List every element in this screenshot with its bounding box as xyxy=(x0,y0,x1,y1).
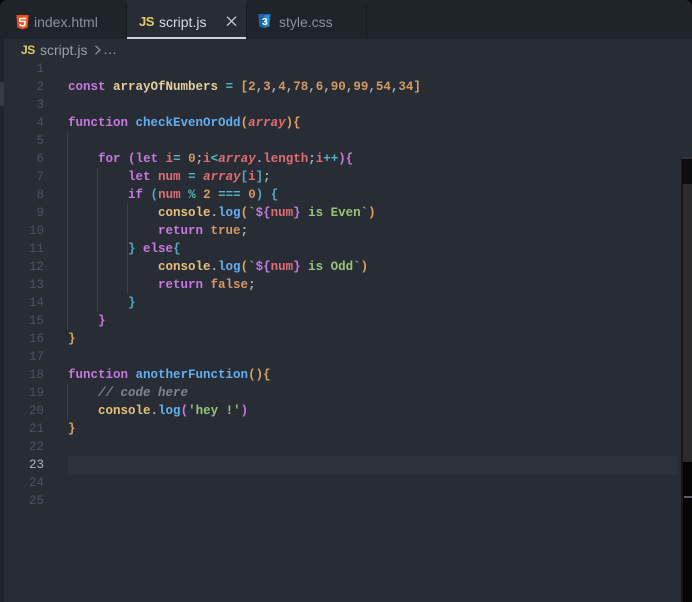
svg-text:3: 3 xyxy=(262,16,268,28)
